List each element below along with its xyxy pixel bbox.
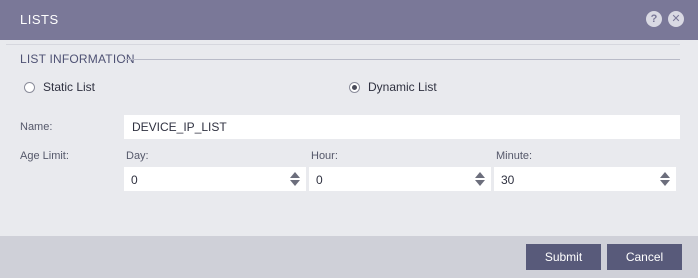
help-icon[interactable]: ? [646,11,662,27]
close-icon[interactable]: ✕ [668,11,684,27]
submit-button[interactable]: Submit [526,244,601,270]
section-divider [6,44,680,45]
minute-label: Minute: [496,150,533,162]
increment-icon[interactable] [660,172,670,178]
hour-value: 0 [316,173,323,187]
dynamic-list-label: Dynamic List [368,80,437,94]
increment-icon[interactable] [475,172,485,178]
dialog-footer: Submit Cancel [0,236,698,278]
hour-label: Hour: [311,150,338,162]
static-list-label: Static List [43,80,96,94]
name-label: Name: [20,121,53,133]
name-input[interactable] [124,115,680,139]
dialog-titlebar: LISTS ? ✕ [0,0,698,40]
age-limit-label: Age Limit: [20,150,69,162]
radio-circle-selected[interactable] [349,81,360,93]
section-title-rule [124,59,680,60]
stepper-arrows-icon[interactable] [475,171,485,187]
radio-circle[interactable] [24,81,35,93]
decrement-icon[interactable] [475,180,485,186]
stepper-arrows-icon[interactable] [290,171,300,187]
decrement-icon[interactable] [660,180,670,186]
static-list-radio[interactable]: Static List [24,80,95,94]
day-value: 0 [131,173,138,187]
decrement-icon[interactable] [290,180,300,186]
hour-stepper[interactable]: 0 [309,167,491,191]
increment-icon[interactable] [290,172,300,178]
cancel-button[interactable]: Cancel [607,244,682,270]
day-stepper[interactable]: 0 [124,167,306,191]
section-title: LIST INFORMATION [20,52,135,66]
dynamic-list-radio[interactable]: Dynamic List [349,80,437,94]
dialog-title: LISTS [20,12,59,27]
day-label: Day: [126,150,149,162]
minute-stepper[interactable]: 30 [494,167,676,191]
stepper-arrows-icon[interactable] [660,171,670,187]
minute-value: 30 [501,173,515,187]
